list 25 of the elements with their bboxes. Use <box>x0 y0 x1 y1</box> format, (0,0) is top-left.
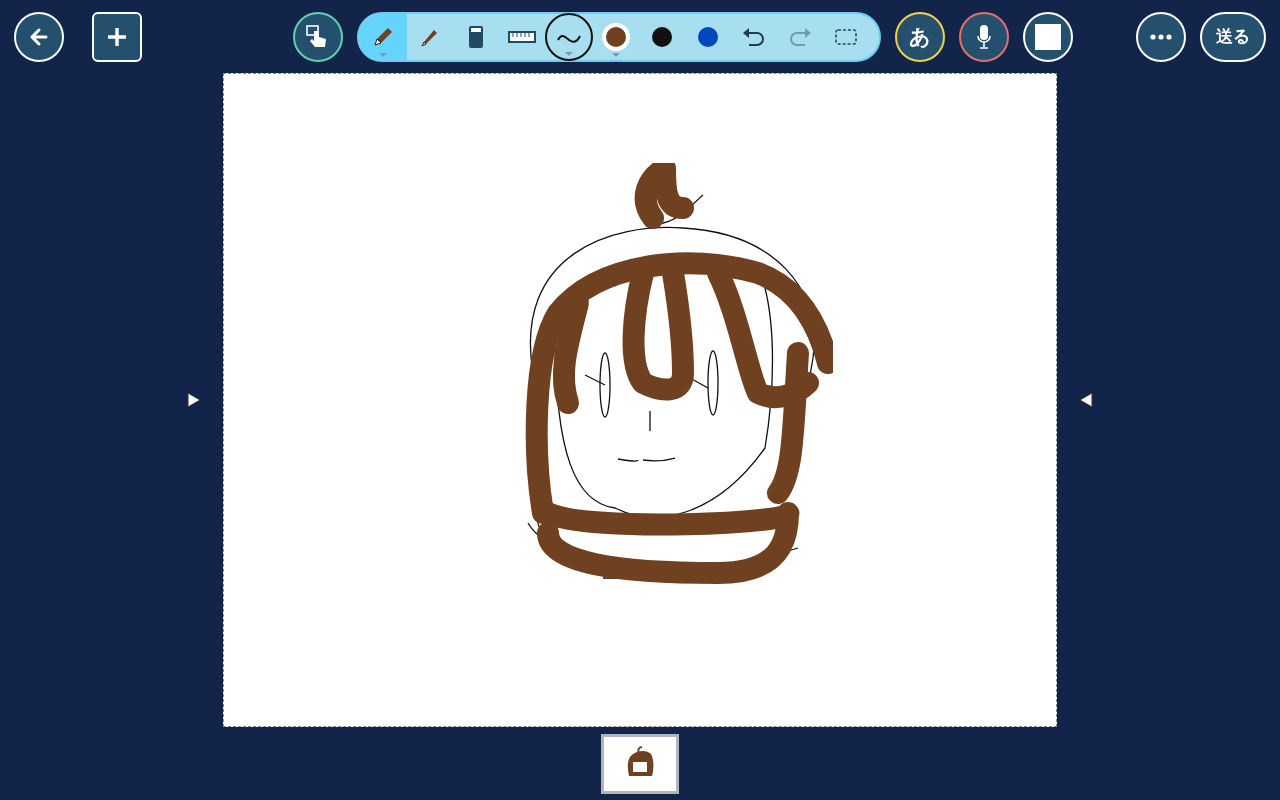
more-dots-icon <box>1150 33 1172 40</box>
text-input-button[interactable]: あ <box>895 11 945 62</box>
pen-tool[interactable] <box>359 13 407 60</box>
ruler-icon <box>508 29 536 44</box>
eraser-icon <box>467 24 485 49</box>
send-button[interactable]: 送る <box>1200 11 1266 62</box>
stroke-style-button[interactable] <box>545 12 593 61</box>
microphone-button[interactable] <box>959 11 1009 62</box>
drawing-canvas[interactable] <box>223 73 1057 727</box>
back-button[interactable] <box>14 11 64 62</box>
next-page-icon[interactable] <box>1079 392 1093 408</box>
previous-page-icon[interactable] <box>187 392 201 408</box>
microphone-icon <box>976 23 992 50</box>
caret-icon <box>612 52 620 57</box>
hand-tool-button[interactable] <box>293 11 343 62</box>
page-thumbnail[interactable] <box>601 733 679 794</box>
plus-icon <box>107 26 127 47</box>
dashed-rectangle-icon <box>834 27 858 46</box>
square-icon <box>1035 23 1061 50</box>
more-button[interactable] <box>1136 11 1186 62</box>
stop-button[interactable] <box>1023 11 1073 62</box>
caret-icon <box>565 51 573 56</box>
back-arrow-icon <box>29 26 49 47</box>
add-button[interactable] <box>92 11 142 62</box>
caret-icon <box>379 52 387 57</box>
